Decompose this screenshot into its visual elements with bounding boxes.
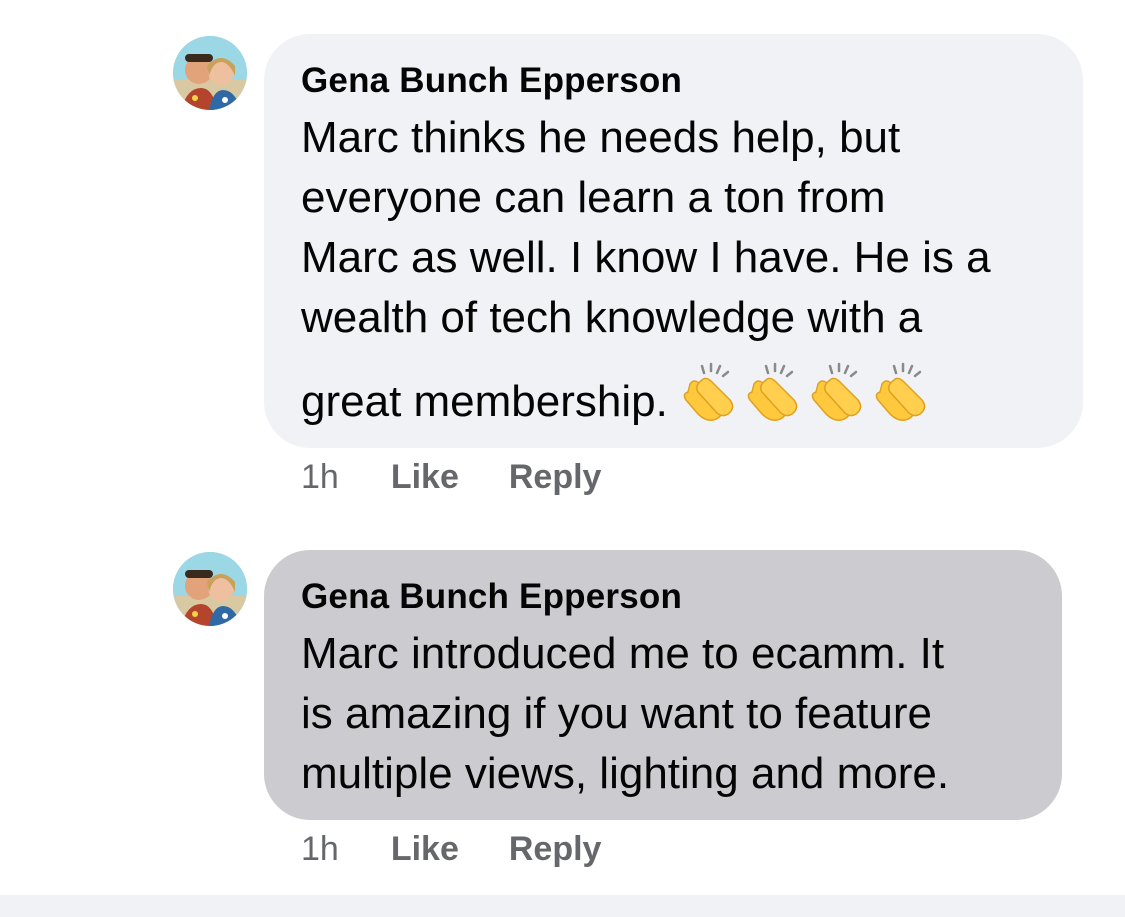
- like-button[interactable]: Like: [391, 458, 459, 497]
- comment-line: is amazing if you want to feature: [301, 689, 932, 738]
- comment-line: everyone can learn a ton from: [301, 173, 886, 222]
- comment-line: Marc thinks he needs help, but: [301, 113, 901, 162]
- comment-line-last: great membership.: [301, 362, 1047, 432]
- comment-actions: 1h Like Reply: [301, 830, 651, 869]
- clapping-hands-icon: [683, 362, 734, 421]
- comment-line: Marc introduced me to ecamm. It: [301, 629, 945, 678]
- comment-line: great membership.: [301, 377, 668, 426]
- comment-line: multiple views, lighting and more.: [301, 749, 950, 798]
- comment-text: Marc thinks he needs help, but everyone …: [301, 108, 1047, 432]
- clapping-hands-icon: [811, 362, 862, 421]
- comment-actions: 1h Like Reply: [301, 458, 651, 497]
- comment-timestamp[interactable]: 1h: [301, 458, 339, 497]
- emoji-group: [680, 362, 932, 422]
- clapping-hands-icon: [747, 362, 798, 421]
- comment-author[interactable]: Gena Bunch Epperson: [301, 576, 1026, 618]
- reply-button[interactable]: Reply: [509, 458, 602, 497]
- comment-author[interactable]: Gena Bunch Epperson: [301, 60, 1047, 102]
- section-divider: [0, 895, 1125, 917]
- comment-line: wealth of tech knowledge with a: [301, 293, 923, 342]
- comment-text: Marc introduced me to ecamm. It is amazi…: [301, 624, 1026, 804]
- avatar-photo-icon: [173, 552, 247, 626]
- comment-bubble-highlighted[interactable]: Gena Bunch Epperson Marc introduced me t…: [264, 550, 1062, 820]
- comment-timestamp[interactable]: 1h: [301, 830, 339, 869]
- avatar[interactable]: [173, 552, 247, 626]
- avatar[interactable]: [173, 36, 247, 110]
- reply-button[interactable]: Reply: [509, 830, 602, 869]
- avatar-photo-icon: [173, 36, 247, 110]
- comment-line: Marc as well. I know I have. He is a: [301, 233, 991, 282]
- comment-bubble[interactable]: Gena Bunch Epperson Marc thinks he needs…: [264, 34, 1083, 448]
- like-button[interactable]: Like: [391, 830, 459, 869]
- clapping-hands-icon: [875, 362, 926, 421]
